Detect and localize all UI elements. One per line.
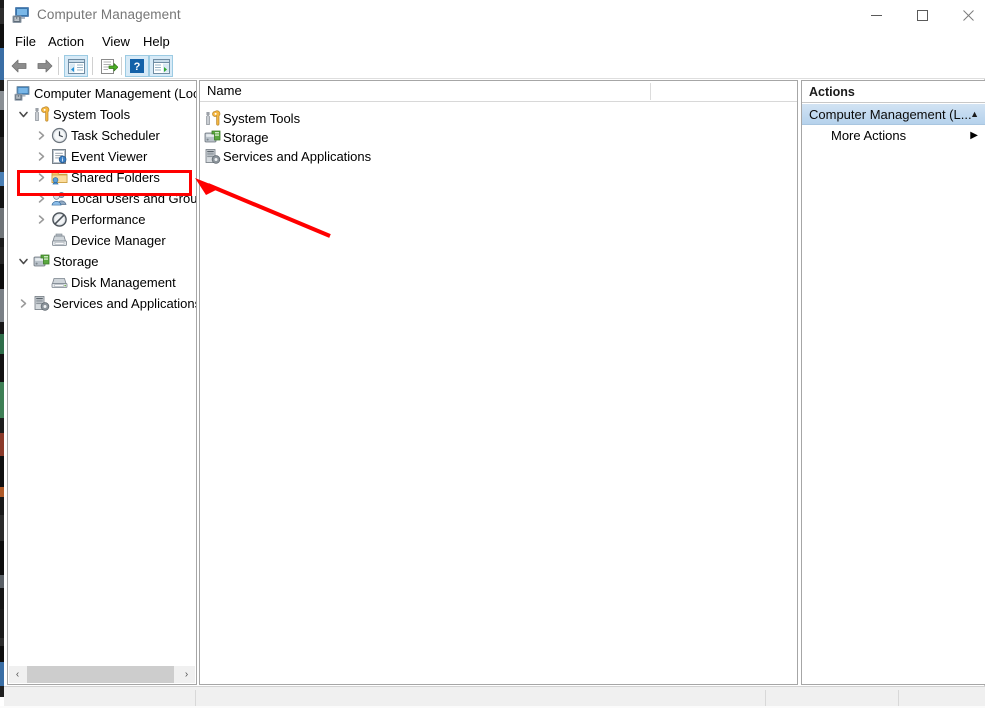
tree-item-services-and-applications[interactable]: Services and Applications [8,293,197,314]
tree-item-label: Shared Folders [71,170,160,185]
tree-item-label: Storage [53,254,99,269]
chevron-down-icon[interactable] [17,108,30,121]
list-item-label: Storage [223,130,269,145]
tree-item-system-tools[interactable]: System Tools [8,104,196,125]
column-header-name[interactable]: Name [200,81,242,101]
tree-item-label: Performance [71,212,146,227]
chevron-right-icon[interactable] [35,171,48,184]
title-bar: Computer Management [4,0,985,31]
toolbar-separator [121,57,122,75]
actions-panel-header: Actions [802,81,985,103]
computer-management-window: Computer Management File Action View Hel… [0,0,985,708]
results-list-panel[interactable]: Name System Tools Storage Services and A… [199,80,798,685]
submenu-arrow-icon: ▶ [970,130,978,141]
toolbar-separator [58,57,59,75]
status-bar [4,686,985,708]
system-tools-icon [33,106,50,123]
list-column-header: Name [200,81,797,102]
scroll-right-button[interactable]: › [178,666,195,683]
computer-management-icon [12,6,31,24]
tree-item-local-users-and-groups[interactable]: Local Users and Groups [8,188,197,209]
tree-item-label: Device Manager [71,233,166,248]
actions-title: Actions [809,85,855,99]
scroll-left-button[interactable]: ‹ [9,666,26,683]
tree-horizontal-scrollbar[interactable]: ‹ › [9,666,195,683]
minimize-button[interactable] [853,0,899,30]
tree-item-label: Local Users and Groups [71,191,197,206]
users-groups-icon [51,190,68,207]
menu-view[interactable]: View [96,33,136,51]
tree-item-task-scheduler[interactable]: Task Scheduler [8,125,196,146]
actions-group-header[interactable]: Computer Management (L... ▲ [802,104,985,125]
tree-item-label: Computer Management (Local [34,86,197,101]
chevron-up-icon[interactable]: ▲ [970,109,979,119]
shared-folders-icon [51,169,68,186]
tree-item-shared-folders[interactable]: Shared Folders [8,167,196,188]
tree-item-disk-management[interactable]: Disk Management [8,272,196,293]
help-icon[interactable]: ? [125,55,149,77]
chevron-right-icon[interactable] [35,129,48,142]
tree-item-label: Disk Management [71,275,176,290]
chevron-right-icon[interactable] [35,213,48,226]
forward-icon[interactable] [32,55,56,77]
back-icon[interactable] [8,55,32,77]
actions-panel: Actions Computer Management (L... ▲ More… [801,80,985,685]
status-divider [195,690,196,706]
tree-item-label: System Tools [53,107,131,122]
window-frame: Computer Management File Action View Hel… [4,0,985,708]
close-button[interactable] [945,0,985,30]
clock-icon [51,127,68,144]
column-divider[interactable] [650,83,651,100]
services-icon [204,148,221,165]
toolbar: ? [4,53,985,79]
storage-icon [204,129,221,146]
show-hide-action-pane-icon[interactable] [149,55,173,77]
export-list-icon[interactable] [97,55,121,77]
system-tools-icon [204,110,221,127]
actions-group-label: Computer Management (L... [809,107,972,122]
svg-text:?: ? [134,61,141,73]
scrollbar-track[interactable] [26,666,178,683]
action-more-actions[interactable]: More Actions ▶ [802,125,985,146]
disk-icon [51,274,68,291]
window-title: Computer Management [37,7,181,22]
list-item-label: Services and Applications [223,149,372,164]
menu-help[interactable]: Help [137,33,176,51]
status-divider [765,690,766,706]
console-tree-panel[interactable]: Computer Management (Local System Tools … [7,80,197,685]
maximize-button[interactable] [899,0,945,30]
tree-item-label: Event Viewer [71,149,148,164]
device-manager-icon [51,232,68,249]
tree-item-root[interactable]: Computer Management (Local [8,83,197,104]
chevron-down-icon[interactable] [17,255,30,268]
tree-item-device-manager[interactable]: Device Manager [8,230,196,251]
computer-icon [14,85,31,102]
tree-item-label: Task Scheduler [71,128,160,143]
tree-item-event-viewer[interactable]: i Event Viewer [8,146,196,167]
show-hide-console-tree-icon[interactable] [64,55,88,77]
menu-action[interactable]: Action [42,33,90,51]
storage-icon [33,253,50,270]
tree-item-performance[interactable]: Performance [8,209,196,230]
more-actions-label: More Actions [831,128,907,143]
chevron-right-icon[interactable] [35,150,48,163]
list-item-label: System Tools [223,111,301,126]
chevron-right-icon[interactable] [17,297,30,310]
menu-file[interactable]: File [9,33,42,51]
services-icon [33,295,50,312]
status-divider [898,690,899,706]
performance-icon [51,211,68,228]
tree-item-storage[interactable]: Storage [8,251,196,272]
toolbar-separator [92,57,93,75]
scrollbar-thumb[interactable] [27,666,174,683]
tree-item-label: Services and Applications [53,296,197,311]
event-viewer-icon: i [51,148,68,165]
chevron-right-icon[interactable] [35,192,48,205]
menu-bar: File Action View Help [4,31,985,53]
